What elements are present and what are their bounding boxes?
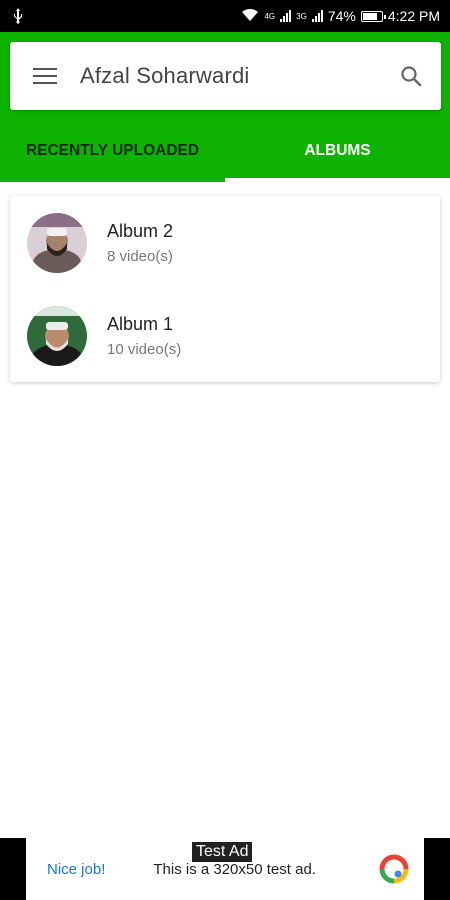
tab-active-indicator [225, 178, 450, 182]
search-bar[interactable]: Afzal Soharwardi [10, 42, 441, 110]
tab-albums[interactable]: ALBUMS [225, 120, 450, 182]
signal-icon-a [280, 10, 292, 22]
album-item-1[interactable]: Album 1 10 video(s) [10, 289, 440, 382]
ad-description: This is a 320x50 test ad. [153, 860, 316, 878]
albums-list: Album 2 8 video(s) Album 1 10 video(s) [10, 196, 440, 382]
wifi-icon [241, 8, 259, 25]
status-bar: 4G 3G 74% 4:22 PM [0, 0, 450, 32]
search-icon [401, 66, 422, 87]
battery-percent: 74% [327, 8, 356, 24]
ad-label: Test Ad [192, 842, 253, 862]
tab-recently-uploaded[interactable]: RECENTLY UPLOADED [0, 120, 225, 182]
album-name: Album 2 [107, 220, 174, 241]
network-type-b: 3G [296, 11, 307, 21]
signal-icon-b [311, 10, 323, 22]
tab-bar: RECENTLY UPLOADED ALBUMS [0, 120, 450, 182]
tab-label: RECENTLY UPLOADED [25, 142, 200, 159]
network-type-a: 4G [264, 11, 276, 21]
app-title: Afzal Soharwardi [80, 63, 250, 88]
album-name: Album 1 [107, 313, 174, 334]
album-video-count: 8 video(s) [107, 247, 173, 265]
hamburger-menu-icon [33, 68, 57, 84]
usb-icon [10, 8, 26, 24]
ad-nice-job-link[interactable]: Nice job! [47, 861, 105, 878]
search-button[interactable] [381, 42, 441, 110]
status-indicators: 4G 3G 74% 4:22 PM [241, 8, 440, 25]
menu-button[interactable] [10, 42, 80, 110]
app-header: Afzal Soharwardi RECENTLY UPLOADED ALBUM… [0, 32, 450, 182]
battery-icon [360, 10, 386, 22]
album-video-count: 10 video(s) [107, 340, 182, 358]
album-thumbnail [27, 212, 87, 273]
clock-time: 4:22 PM [387, 8, 440, 24]
tab-label: ALBUMS [304, 142, 371, 159]
ad-logo-icon[interactable] [378, 853, 410, 885]
album-thumbnail [27, 305, 87, 366]
album-item-2[interactable]: Album 2 8 video(s) [10, 196, 440, 289]
app-screen: 4G 3G 74% 4:22 PM Afzal Soharwardi RECEN… [0, 0, 450, 900]
